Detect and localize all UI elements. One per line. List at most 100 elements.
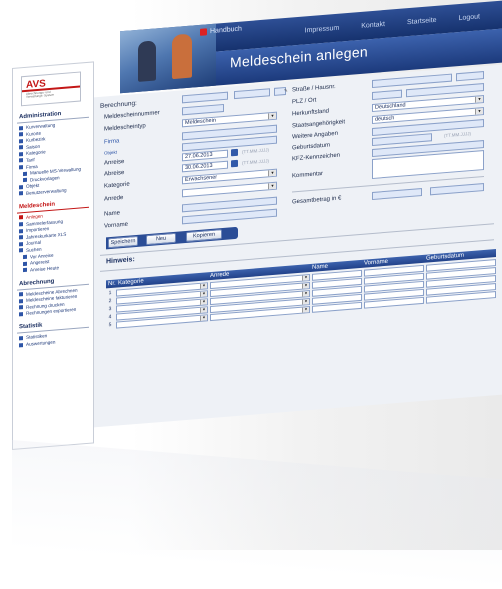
geburtsdatum-hint: (TT.MM.JJJJ)	[444, 131, 471, 139]
chevron-down-icon: ▼	[200, 299, 207, 305]
abreise-input[interactable]: 30.06.2013	[182, 160, 228, 173]
sidebar-item-label: Kurbezirk	[26, 136, 46, 144]
menu-bullet-icon	[23, 171, 27, 176]
kfz-label: KFZ-Kennzeichen	[292, 152, 341, 163]
menu-bullet-icon	[19, 248, 23, 253]
herkunftsland-value: Deutschland	[375, 102, 406, 111]
chevron-down-icon: ▼	[302, 291, 309, 297]
sidebar-item-label: Auswertungen	[26, 339, 56, 347]
anrede-select[interactable]: ▼	[182, 181, 277, 198]
sidebar-item-label: Anreise Heute	[30, 264, 60, 273]
hinweis-label: Hinweis:	[106, 256, 135, 266]
firma-label: Firma	[104, 138, 120, 146]
chevron-down-icon: ▼	[200, 283, 207, 289]
staatsangehoerigkeit-label: Staatsangehörigkeit	[292, 119, 346, 130]
meldescheintyp-value: Meldeschein	[185, 117, 216, 127]
sidebar-item-label: Anlegen	[26, 213, 43, 220]
col-nr: Nr.	[108, 280, 116, 288]
menu-bullet-icon	[19, 184, 23, 190]
row-number: 2	[108, 298, 112, 305]
col-name: Name	[312, 263, 329, 271]
chevron-down-icon: ▼	[268, 169, 276, 177]
sidebar-item-label: Journal	[26, 239, 42, 247]
sidebar-item-label: Kurorte	[26, 130, 42, 137]
menu-bullet-icon	[19, 138, 23, 144]
menu-bullet-icon	[19, 312, 23, 317]
row-number: 3	[108, 306, 112, 313]
row-number: 4	[108, 314, 112, 321]
berechnung-field-2[interactable]	[234, 88, 270, 100]
menu-bullet-icon	[23, 178, 27, 183]
edit-icon[interactable]: ✎	[284, 88, 288, 94]
chevron-down-icon: ▼	[302, 275, 309, 281]
person-figure	[172, 33, 192, 80]
menu-bullet-icon	[19, 342, 23, 347]
chevron-down-icon: ▼	[475, 96, 483, 103]
menu-bullet-icon	[19, 125, 23, 130]
menu-bullet-icon	[19, 191, 23, 196]
gesamtbetrag-input[interactable]	[372, 188, 422, 201]
sidebar-item-label: Tarif	[26, 157, 35, 163]
menu-bullet-icon	[19, 305, 23, 310]
nav-logout[interactable]: Logout	[459, 13, 480, 22]
meldescheinnummer-input[interactable]	[182, 103, 224, 116]
vorname-label: Vorname	[104, 221, 129, 230]
kategorie-label: Kategorie	[104, 181, 130, 190]
plz-ort-label: PLZ / Ort	[292, 97, 317, 106]
chevron-down-icon: ▼	[302, 283, 309, 289]
row-number: 5	[108, 322, 112, 329]
name-label: Name	[104, 210, 121, 218]
sidebar-item-label: Angereist	[30, 259, 50, 266]
herkunftsland-label: Herkunftsland	[292, 108, 330, 118]
sidebar-item-label: Saison	[26, 143, 41, 150]
menu-bullet-icon	[19, 215, 23, 220]
row-number: 1	[108, 290, 112, 297]
menu-bullet-icon	[23, 267, 27, 273]
meldescheintyp-label: Meldescheintyp	[104, 123, 146, 133]
menu-bullet-icon	[19, 336, 23, 341]
menu-bullet-icon	[23, 254, 27, 260]
col-kategorie: Kategorie	[118, 278, 144, 287]
nav-impressum[interactable]: Impressum	[305, 24, 340, 34]
calendar-icon[interactable]	[231, 148, 238, 157]
menu-bullet-icon	[19, 235, 23, 240]
kommentar-label: Kommentar	[292, 170, 324, 180]
sidebar-menu: Administration Kurverwaltung Kurorte Kurbez…	[13, 108, 93, 347]
staatsangehoerigkeit-value: deutsch	[375, 115, 395, 123]
hausnr-input[interactable]	[456, 71, 484, 82]
chevron-down-icon: ▼	[268, 182, 276, 190]
menu-bullet-icon	[19, 298, 23, 304]
sidebar-item-label: Suchen	[26, 246, 42, 253]
menu-bullet-icon	[19, 151, 23, 157]
calendar-icon[interactable]	[231, 159, 238, 168]
anrede-label: Anrede	[104, 195, 124, 203]
sidebar-item-label: Kategorie	[26, 149, 46, 157]
form-area: Berechnung: Meldescheinnummer Meldeschei…	[94, 64, 502, 428]
chevron-down-icon: ▼	[302, 299, 309, 305]
manual-icon	[200, 28, 207, 36]
chevron-down-icon: ▼	[268, 112, 276, 120]
berechnung-label: Berechnung:	[100, 99, 137, 110]
col-anrede: Anrede	[210, 271, 230, 280]
chevron-down-icon: ▼	[200, 291, 207, 297]
abreise-date-hint: (TT.MM.JJJJ)	[242, 158, 269, 166]
chevron-down-icon: ▼	[200, 315, 207, 321]
nav-startseite[interactable]: Startseite	[407, 16, 437, 25]
menu-bullet-icon	[19, 132, 23, 137]
berechnung-field-1[interactable]	[182, 91, 228, 104]
chevron-down-icon: ▼	[200, 307, 207, 313]
anreise-label: Anreise	[104, 158, 125, 167]
nav-kontakt[interactable]: Kontakt	[361, 20, 385, 29]
menu-bullet-icon	[19, 165, 23, 170]
strasse-label: Straße / Hausnr.	[292, 83, 336, 94]
menu-bullet-icon	[19, 145, 23, 150]
anreise-input[interactable]: 27.06.2013	[182, 149, 228, 162]
col-vorname: Vorname	[364, 258, 389, 267]
menu-bullet-icon	[19, 158, 23, 163]
sidebar: AVS Abrechnungs- und Verwaltungs- System…	[12, 61, 94, 450]
menu-bullet-icon	[19, 222, 23, 227]
gesamtbetrag-input-2[interactable]	[430, 183, 484, 196]
menu-bullet-icon	[19, 228, 23, 234]
anreise-date-hint: (TT.MM.JJJJ)	[242, 147, 269, 155]
plz-input[interactable]	[372, 89, 402, 101]
